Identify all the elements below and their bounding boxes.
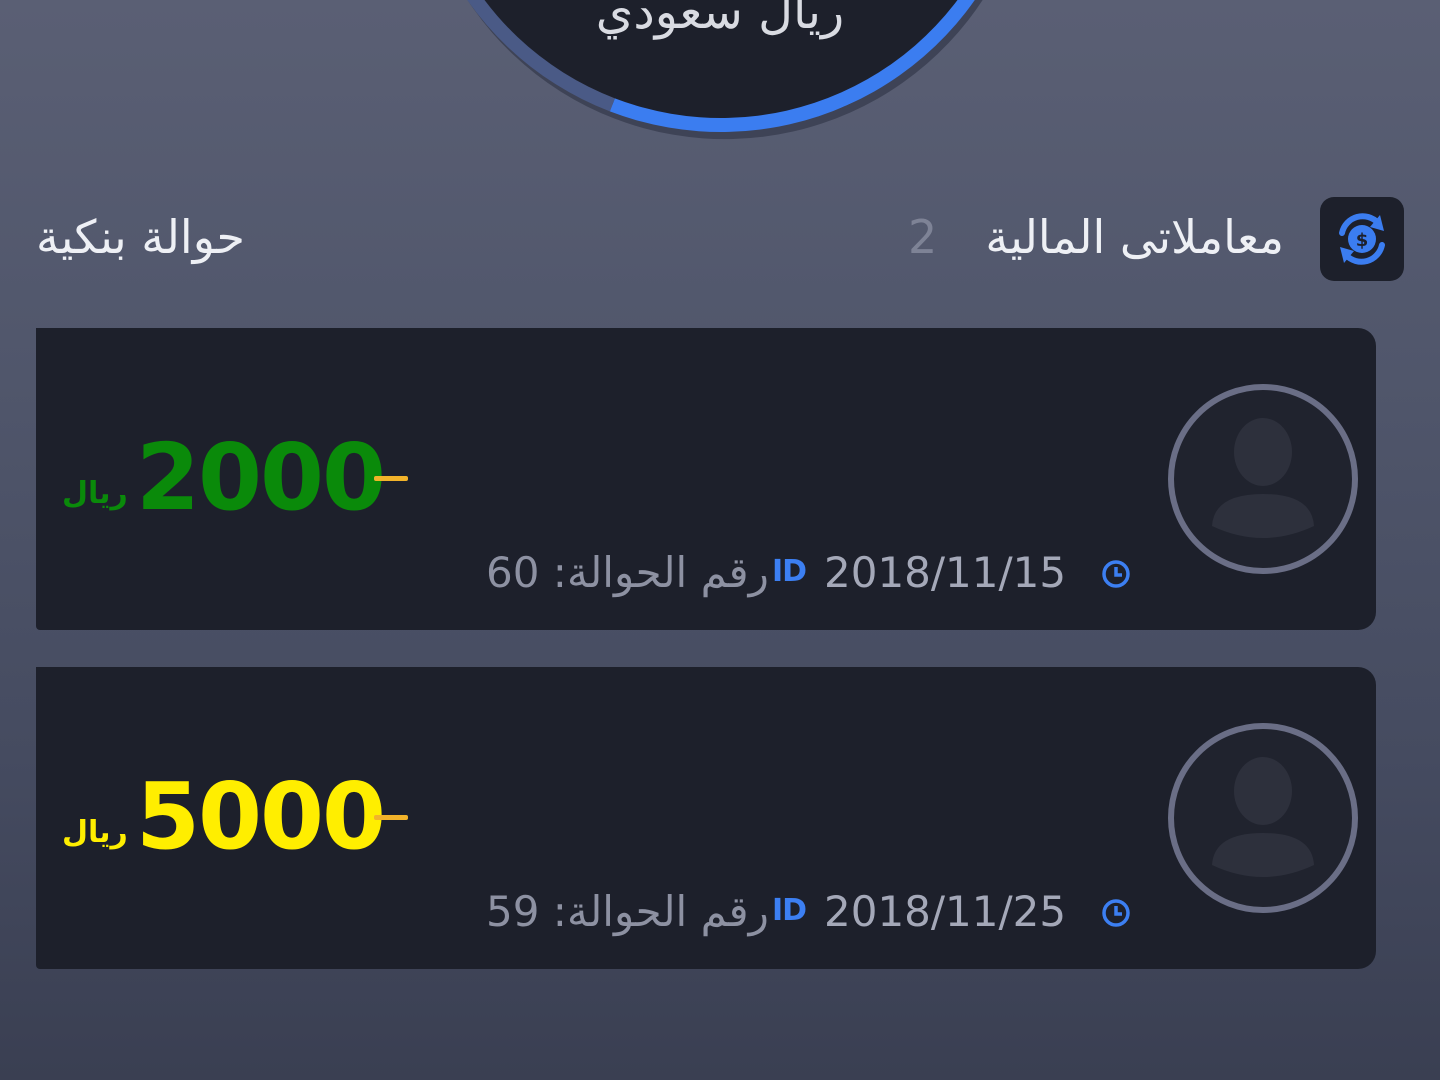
transfer-number: رقم الحوالة: 59	[486, 887, 769, 936]
clock-icon	[1102, 899, 1130, 927]
clock-icon	[1102, 560, 1130, 588]
transaction-amount-row: ريال 2000	[62, 424, 422, 531]
id-badge: ID	[772, 893, 807, 928]
negative-sign	[374, 476, 408, 481]
svg-text:$: $	[1356, 230, 1369, 251]
transaction-meta: رقم الحوالة: 59 ID 2018/11/25	[486, 883, 1136, 939]
currency-label: ريال	[62, 476, 128, 511]
transaction-card[interactable]: رقم الحوالة: 59 ID 2018/11/25 ريال 5000	[36, 667, 1376, 969]
transaction-amount-row: ريال 5000	[62, 763, 422, 870]
transaction-meta: رقم الحوالة: 60 ID 2018/11/15	[486, 544, 1136, 600]
user-avatar-icon	[1168, 723, 1358, 913]
currency-label: ريال	[62, 815, 128, 850]
id-badge: ID	[772, 554, 807, 589]
transaction-count: 2	[908, 210, 938, 264]
transaction-date: 2018/11/15	[824, 548, 1067, 597]
transaction-date: 2018/11/25	[824, 887, 1067, 936]
transaction-amount: 5000	[136, 763, 386, 870]
user-avatar-icon	[1168, 384, 1358, 574]
currency-exchange-icon[interactable]: $	[1320, 197, 1404, 281]
transaction-card[interactable]: رقم الحوالة: 60 ID 2018/11/15 ريال 2000	[36, 328, 1376, 630]
bank-transfer-link[interactable]: حوالة بنكية	[36, 210, 245, 264]
section-title: معاملاتى المالية	[985, 210, 1284, 264]
transaction-amount: 2000	[136, 424, 386, 531]
negative-sign	[374, 815, 408, 820]
transfer-number: رقم الحوالة: 60	[486, 548, 769, 597]
balance-currency-label: ريال سعودي	[595, 0, 845, 40]
transactions-header: $ معاملاتى المالية 2 حوالة بنكية	[0, 196, 1440, 282]
